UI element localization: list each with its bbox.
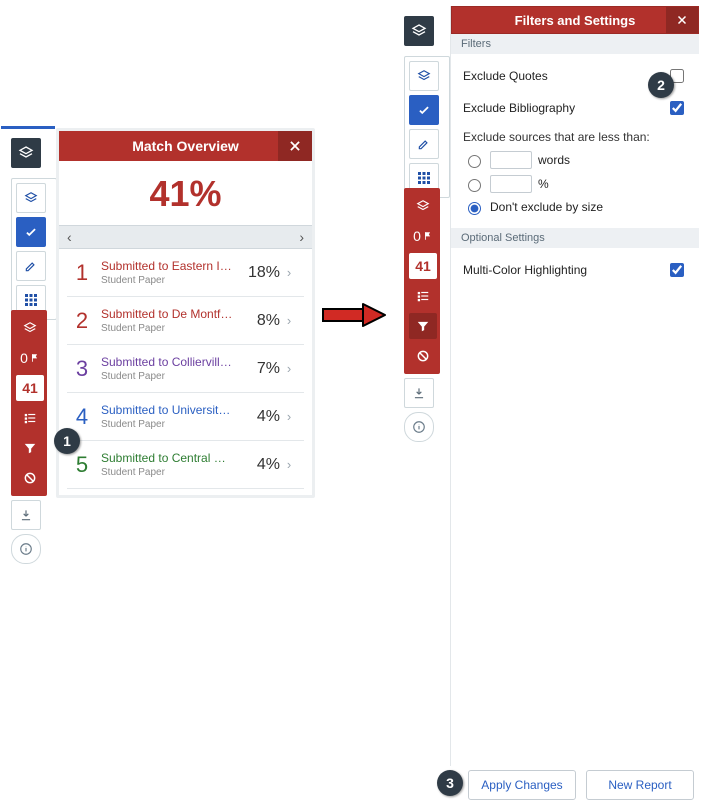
match-row[interactable]: 3 Submitted to Colliervill… Student Paper7… — [67, 345, 304, 393]
score-value: 41 — [22, 380, 38, 396]
percent-label: % — [538, 177, 549, 191]
chevron-right-icon[interactable]: › — [280, 457, 298, 472]
match-index: 2 — [71, 308, 93, 334]
flag-count-button[interactable]: 0 — [409, 223, 437, 249]
score-value: 41 — [415, 258, 431, 274]
exclude-icon[interactable] — [409, 343, 437, 369]
exclude-percent-input[interactable] — [490, 175, 532, 193]
filters-title: Filters and Settings — [515, 13, 636, 28]
chevron-right-icon[interactable]: › — [280, 361, 298, 376]
new-report-button[interactable]: New Report — [586, 770, 694, 800]
arrow-icon — [319, 296, 389, 334]
all-sources-icon[interactable] — [409, 283, 437, 309]
match-row[interactable]: 4 Submitted to University… Student Paper4%… — [67, 393, 304, 441]
multi-color-label: Multi-Color Highlighting — [463, 263, 666, 277]
red-tool-group: 0 41 — [11, 310, 47, 496]
next-page-button[interactable]: › — [299, 229, 304, 245]
match-row[interactable]: 2 Submitted to De Montf… Student Paper8%› — [67, 297, 304, 345]
match-subtitle: Student Paper — [101, 419, 234, 430]
match-list: 1Submitted to Eastern In…Student Paper18… — [59, 249, 312, 489]
overall-percent: 41% — [59, 161, 312, 225]
download-icon[interactable] — [404, 378, 434, 408]
info-icon[interactable] — [404, 412, 434, 442]
layers-icon[interactable] — [404, 16, 434, 46]
match-row[interactable]: 1 Submitted to Eastern In… Student Paper18… — [67, 249, 304, 297]
match-percent: 7% — [234, 360, 280, 378]
match-percent: 4% — [234, 456, 280, 474]
chevron-right-icon[interactable]: › — [280, 265, 298, 280]
match-subtitle: Student Paper — [101, 323, 234, 334]
match-percent: 4% — [234, 408, 280, 426]
filters-section-title: Filters — [451, 34, 699, 54]
words-label: words — [538, 153, 570, 167]
download-icon[interactable] — [11, 500, 41, 530]
match-overview-panel: Match Overview 41% ‹ › 1 Submitted to Eas… — [56, 128, 315, 498]
score-button[interactable]: 41 — [16, 375, 44, 401]
checkmark-icon[interactable] — [16, 217, 46, 247]
filters-header: Filters and Settings — [451, 6, 699, 34]
match-title: Submitted to Central Q… — [101, 451, 234, 465]
exclude-sources-heading: Exclude sources that are less than: — [463, 124, 687, 148]
info-icon[interactable] — [11, 534, 41, 564]
match-subtitle: Student Paper — [101, 371, 234, 382]
layers-outline-icon[interactable] — [16, 183, 46, 213]
layers-red-icon[interactable] — [409, 193, 437, 219]
filter-icon[interactable] — [16, 435, 44, 461]
match-title: Submitted to University… — [101, 403, 234, 417]
all-sources-icon[interactable] — [16, 405, 44, 431]
match-index: 1 — [71, 260, 93, 286]
exclude-percent-radio[interactable] — [468, 179, 481, 192]
chevron-right-icon[interactable]: › — [280, 313, 298, 328]
flag-count-button[interactable]: 0 — [16, 345, 44, 371]
exclude-words-radio[interactable] — [468, 155, 481, 168]
match-title: Submitted to De Montf… — [101, 307, 234, 321]
flag-count: 0 — [20, 350, 28, 366]
close-icon[interactable] — [278, 131, 312, 161]
match-index: 4 — [71, 404, 93, 430]
layers-outline-icon[interactable] — [409, 61, 439, 91]
chevron-right-icon[interactable]: › — [280, 409, 298, 424]
match-row[interactable]: 5 Submitted to Central Q… Student Paper4%› — [67, 441, 304, 489]
close-icon[interactable] — [666, 7, 698, 33]
prev-page-button[interactable]: ‹ — [67, 229, 72, 245]
exclude-biblio-label: Exclude Bibliography — [463, 101, 666, 115]
checkmark-icon[interactable] — [409, 95, 439, 125]
exclude-quotes-label: Exclude Quotes — [463, 69, 666, 83]
match-percent: 18% — [234, 264, 280, 282]
apply-changes-button[interactable]: Apply Changes — [468, 770, 576, 800]
footer-buttons: Apply Changes New Report — [468, 770, 694, 800]
match-index: 5 — [71, 452, 93, 478]
edit-icon[interactable] — [409, 129, 439, 159]
layers-red-icon[interactable] — [16, 315, 44, 341]
layers-icon[interactable] — [11, 138, 41, 168]
optional-section-title: Optional Settings — [451, 228, 699, 248]
match-subtitle: Student Paper — [101, 467, 234, 478]
match-title: Submitted to Eastern In… — [101, 259, 234, 273]
flag-count: 0 — [413, 228, 421, 244]
pager-row: ‹ › — [59, 225, 312, 249]
step-badge-3: 3 — [437, 770, 463, 796]
filter-icon-active[interactable] — [409, 313, 437, 339]
match-percent: 8% — [234, 312, 280, 330]
match-overview-header: Match Overview — [59, 131, 312, 161]
filters-panel: Filters and Settings Filters Exclude Quo… — [450, 6, 699, 766]
exclude-none-label: Don't exclude by size — [490, 200, 603, 214]
exclude-icon[interactable] — [16, 465, 44, 491]
red-tool-group: 0 41 — [404, 188, 440, 374]
step-badge-1: 1 — [54, 428, 80, 454]
panel-title: Match Overview — [132, 138, 239, 154]
match-subtitle: Student Paper — [101, 275, 234, 286]
step-badge-2: 2 — [648, 72, 674, 98]
match-index: 3 — [71, 356, 93, 382]
score-button[interactable]: 41 — [409, 253, 437, 279]
separator — [1, 126, 55, 129]
multi-color-checkbox[interactable] — [670, 263, 684, 277]
exclude-none-radio[interactable] — [468, 202, 481, 215]
match-title: Submitted to Colliervill… — [101, 355, 234, 369]
edit-icon[interactable] — [16, 251, 46, 281]
exclude-words-input[interactable] — [490, 151, 532, 169]
exclude-biblio-checkbox[interactable] — [670, 101, 684, 115]
